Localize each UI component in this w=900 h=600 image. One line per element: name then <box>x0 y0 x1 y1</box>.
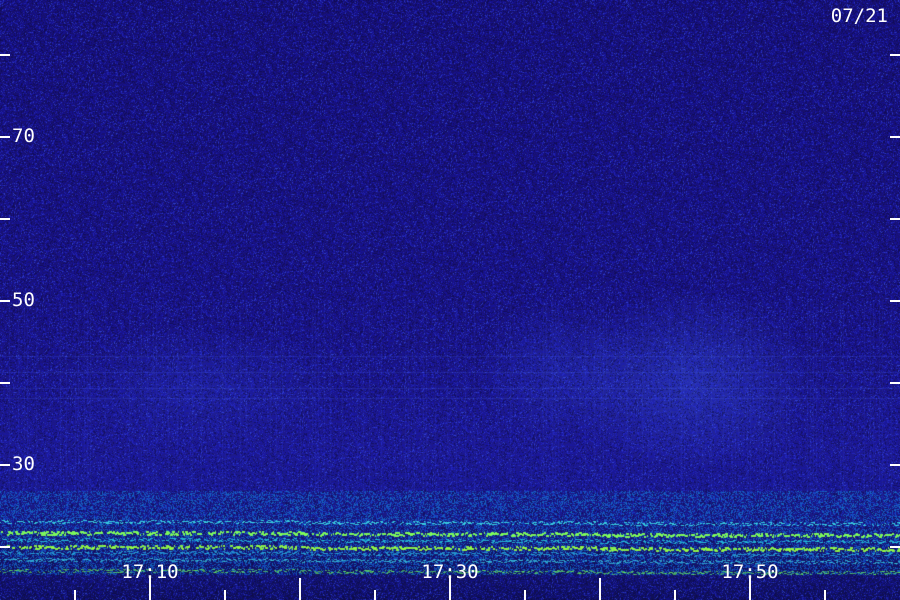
y-tick-right <box>890 300 900 302</box>
date-label: 07/21 <box>830 5 888 27</box>
y-tick-right <box>890 218 900 220</box>
y-tick-left <box>0 136 10 138</box>
x-tick-major <box>299 578 301 600</box>
x-tick-minor <box>224 590 226 600</box>
x-label: 17:30 <box>421 561 479 583</box>
y-label: 70 <box>12 125 35 147</box>
x-tick-minor <box>524 590 526 600</box>
x-tick-major <box>599 578 601 600</box>
x-label: 17:10 <box>121 561 179 583</box>
y-tick-left <box>0 300 10 302</box>
y-tick-right <box>890 136 900 138</box>
y-tick-right <box>890 546 900 548</box>
y-tick-left <box>0 464 10 466</box>
y-label: 30 <box>12 453 35 475</box>
y-tick-left <box>0 54 10 56</box>
x-tick-minor <box>74 590 76 600</box>
y-label: 50 <box>12 289 35 311</box>
spectrogram-display: 07/21 70 50 30 17:10 17:30 17:50 <box>0 0 900 600</box>
x-tick-minor <box>824 590 826 600</box>
x-label: 17:50 <box>721 561 779 583</box>
y-tick-left <box>0 218 10 220</box>
y-tick-right <box>890 54 900 56</box>
y-tick-left <box>0 546 10 548</box>
y-tick-right <box>890 382 900 384</box>
x-tick-minor <box>674 590 676 600</box>
x-tick-minor <box>374 590 376 600</box>
y-tick-right <box>890 464 900 466</box>
spectrogram-noise <box>0 0 900 600</box>
y-tick-left <box>0 382 10 384</box>
